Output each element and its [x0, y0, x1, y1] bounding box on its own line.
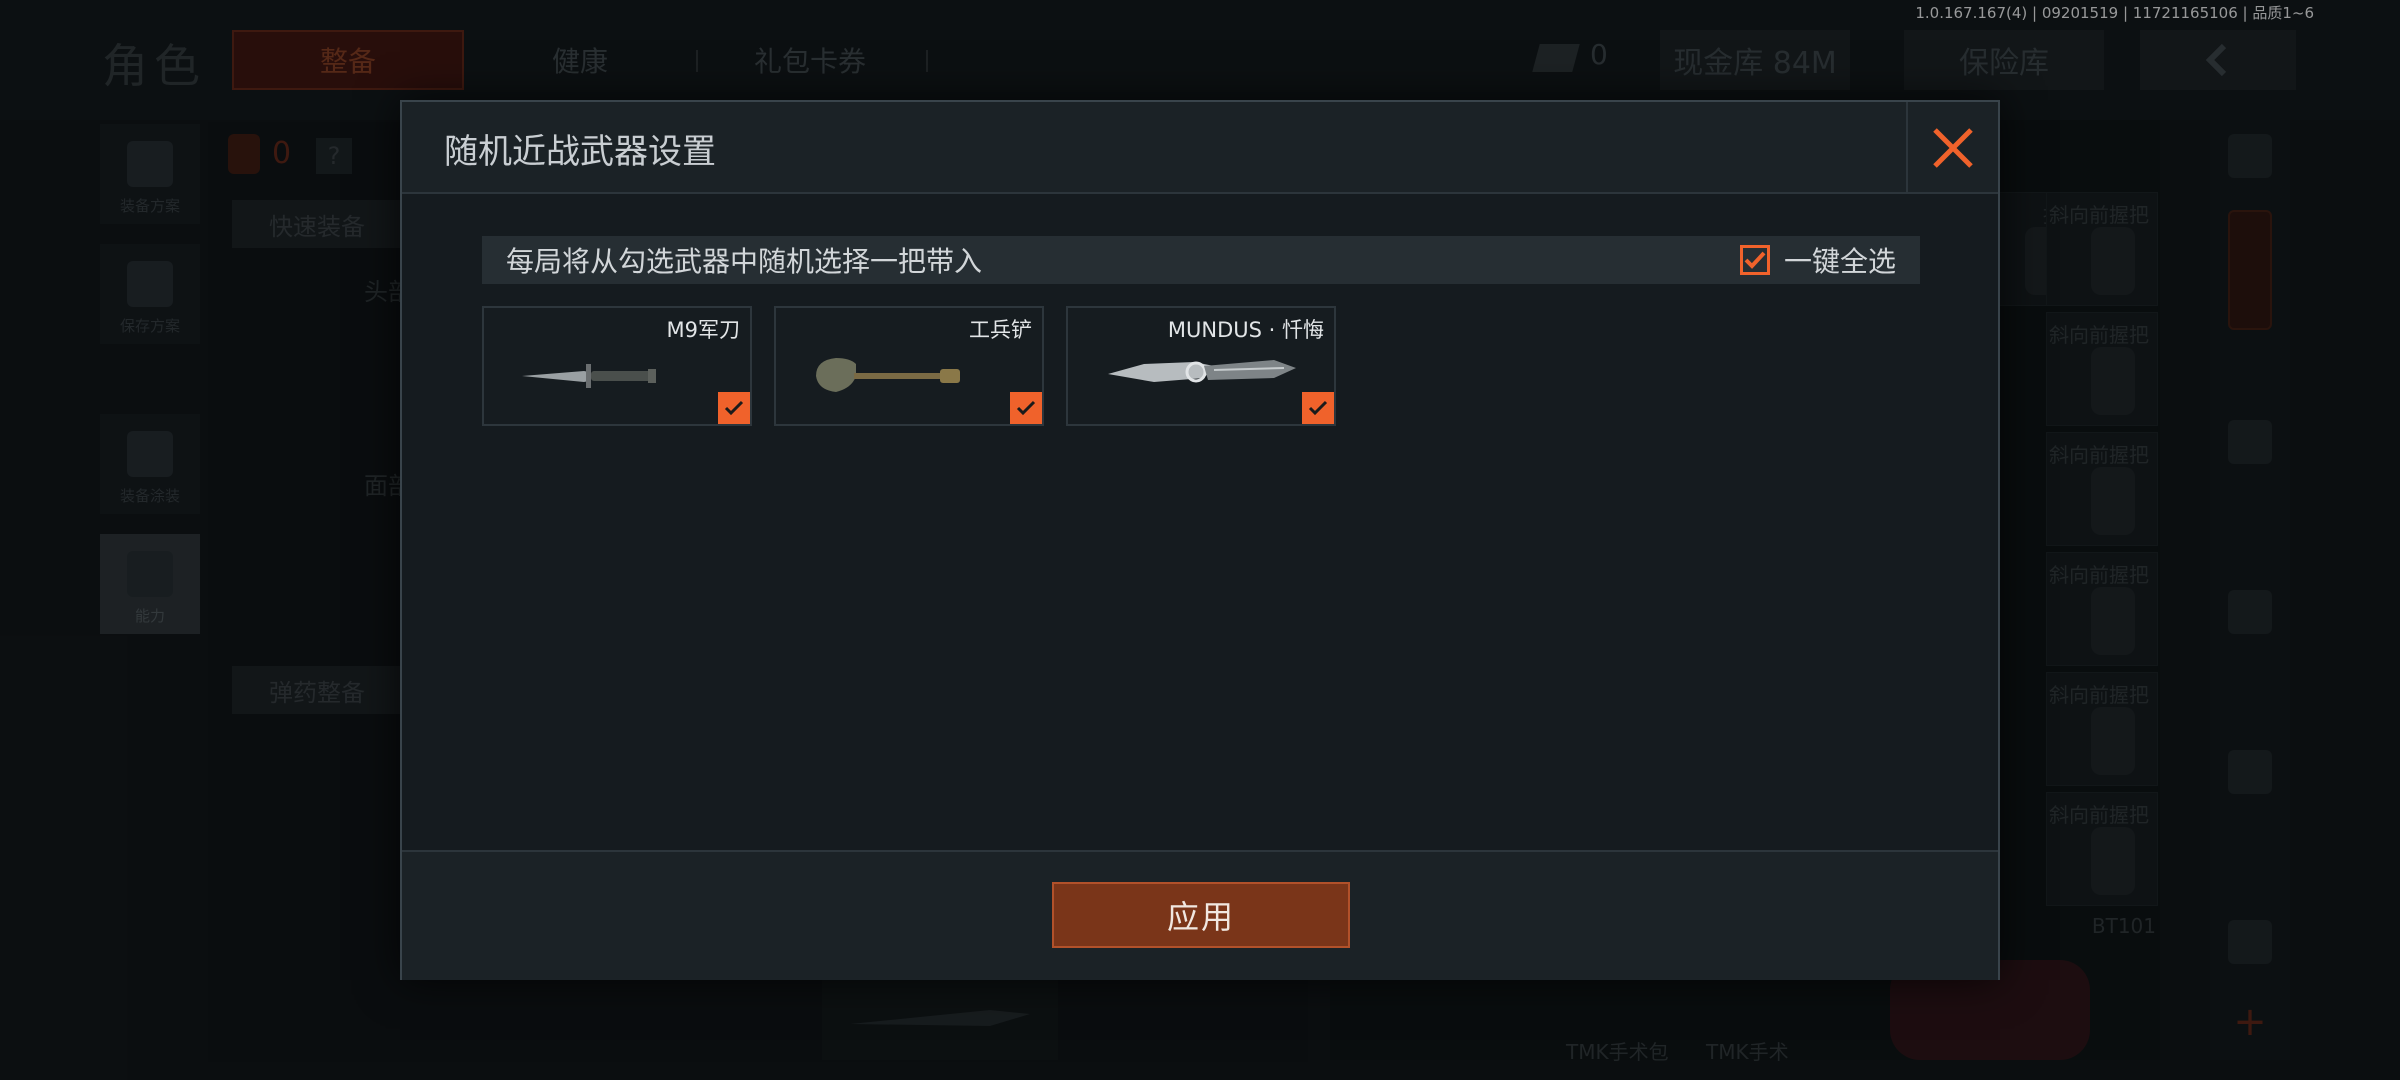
melee-settings-dialog: 随机近战武器设置 每局将从勾选武器中随机选择一把带入 一键全选 M9军刀 工兵铲… [400, 100, 2000, 980]
weapon-name: M9军刀 [666, 318, 740, 342]
close-button[interactable] [1906, 102, 1998, 194]
weapon-card-mundus[interactable]: MUNDUS · 忏悔 [1066, 306, 1336, 426]
shovel-icon [816, 358, 960, 392]
weapon-card-shovel[interactable]: 工兵铲 [774, 306, 1044, 426]
weapon-checkbox[interactable] [718, 392, 750, 424]
weapon-name: 工兵铲 [969, 318, 1032, 342]
dialog-title: 随机近战武器设置 [444, 132, 716, 172]
weapon-checkbox[interactable] [1010, 392, 1042, 424]
dialog-header: 随机近战武器设置 [402, 102, 1998, 194]
check-icon [1308, 400, 1328, 416]
check-icon [1016, 400, 1036, 416]
instruction-text: 每局将从勾选武器中随机选择一把带入 [506, 245, 983, 278]
ornate-knife-icon [1108, 360, 1296, 383]
apply-button[interactable]: 应用 [1052, 882, 1350, 948]
close-icon [1933, 128, 1973, 168]
check-icon [1739, 245, 1770, 275]
select-all-checkbox[interactable]: 一键全选 [1739, 240, 1896, 280]
instruction-bar: 每局将从勾选武器中随机选择一把带入 一键全选 [482, 236, 1920, 284]
dialog-body: 每局将从勾选武器中随机选择一把带入 一键全选 M9军刀 工兵铲 MUNDUS ·… [402, 194, 1998, 850]
weapon-checkbox[interactable] [1302, 392, 1334, 424]
weapon-name: MUNDUS · 忏悔 [1167, 318, 1324, 342]
check-icon [724, 400, 744, 416]
dialog-footer: 应用 [402, 850, 1998, 980]
bayonet-knife-icon [522, 364, 656, 388]
weapon-card-m9[interactable]: M9军刀 [482, 306, 752, 426]
select-all-label: 一键全选 [1783, 245, 1896, 278]
